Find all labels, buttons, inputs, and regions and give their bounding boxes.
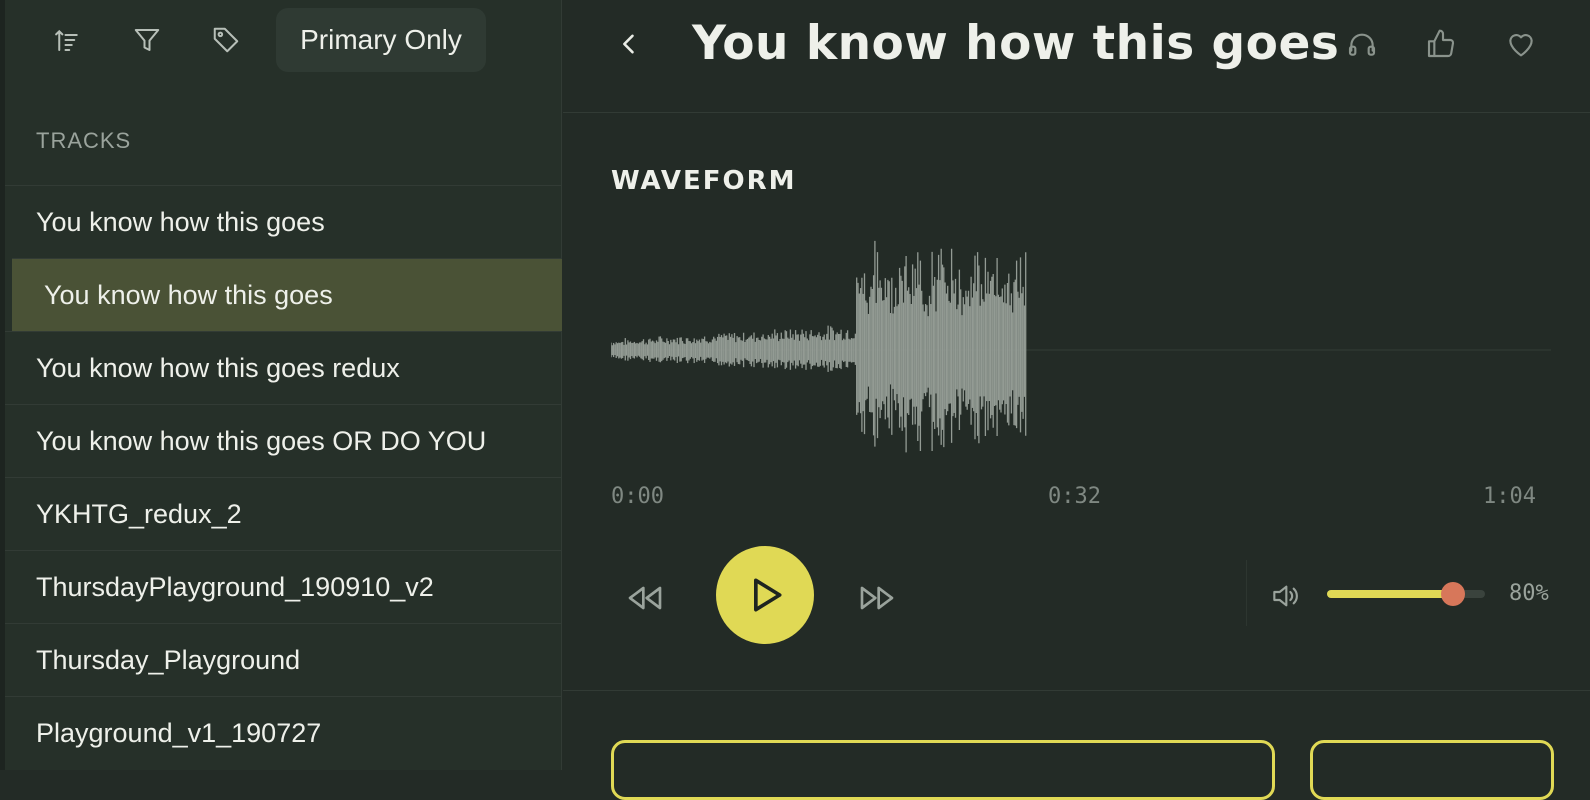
volume-icon[interactable] <box>1267 578 1303 614</box>
controls-divider <box>1246 560 1247 626</box>
track-list: You know how this goes You know how this… <box>5 185 562 769</box>
track-item[interactable]: You know how this goes redux <box>5 331 562 404</box>
heart-icon[interactable] <box>1503 26 1539 62</box>
tag-icon[interactable] <box>208 22 244 58</box>
track-item[interactable]: Thursday_Playground <box>5 623 562 696</box>
time-start: 0:00 <box>611 484 664 509</box>
rewind-icon <box>628 586 662 610</box>
section-divider <box>563 690 1590 691</box>
track-item[interactable]: You know how this goes OR DO YOU <box>5 404 562 477</box>
volume-fill <box>1327 590 1454 598</box>
rewind-button[interactable] <box>623 576 667 620</box>
volume-handle[interactable] <box>1441 582 1466 606</box>
panel-card[interactable] <box>611 740 1275 800</box>
play-button[interactable] <box>716 546 814 644</box>
time-end: 1:04 <box>1483 484 1536 509</box>
track-item[interactable]: ThursdayPlayground_190910_v2 <box>5 550 562 623</box>
tracks-section-label: TRACKS <box>36 128 132 153</box>
panel-card[interactable] <box>1310 740 1554 800</box>
track-item[interactable]: Playground_v1_190727 <box>5 696 562 769</box>
page-title: You know how this goes <box>692 16 1340 71</box>
play-icon <box>754 578 782 612</box>
track-item-selected[interactable]: You know how this goes <box>12 258 562 331</box>
waveform-label: WAVEFORM <box>611 166 797 196</box>
filter-icon[interactable] <box>129 22 165 58</box>
primary-only-toggle[interactable]: Primary Only <box>276 8 486 72</box>
sort-icon[interactable] <box>50 22 86 58</box>
sidebar: Primary Only TRACKS You know how this go… <box>0 0 562 770</box>
detail-header: You know how this goes <box>563 0 1590 113</box>
volume-slider[interactable] <box>1327 582 1485 606</box>
back-icon[interactable] <box>611 26 647 62</box>
time-mid: 0:32 <box>1048 484 1101 509</box>
track-item[interactable]: You know how this goes <box>5 185 562 258</box>
waveform-display[interactable] <box>611 230 1551 470</box>
fast-forward-icon <box>860 586 894 610</box>
track-item[interactable]: YKHTG_redux_2 <box>5 477 562 550</box>
volume-value: 80% <box>1509 581 1549 606</box>
headphones-icon[interactable] <box>1344 26 1380 62</box>
fast-forward-button[interactable] <box>855 576 899 620</box>
sidebar-toolbar: Primary Only <box>0 0 562 80</box>
track-detail: You know how this goes WAVEFORM 0:00 0:3… <box>563 0 1590 800</box>
thumbs-up-icon[interactable] <box>1423 26 1459 62</box>
